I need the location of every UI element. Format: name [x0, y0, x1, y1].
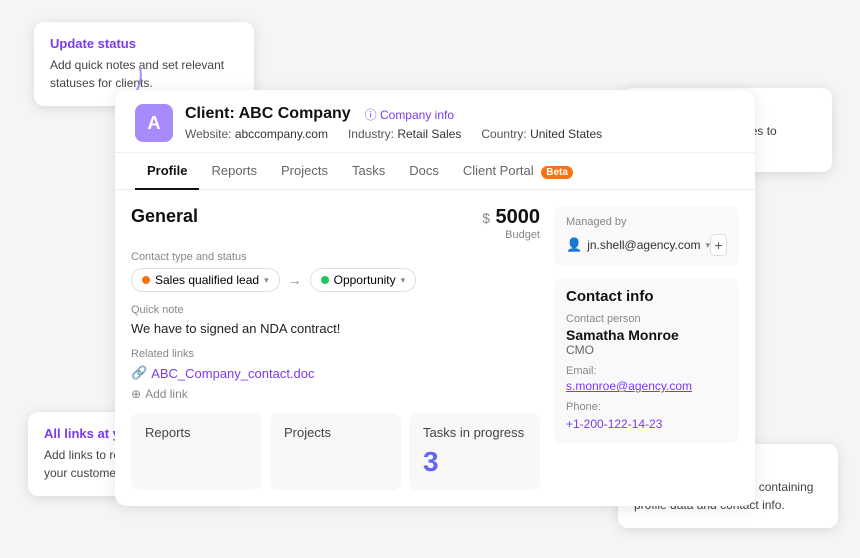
budget-amount: 5000 — [496, 206, 541, 228]
status-dot-green — [321, 276, 329, 284]
tab-tasks[interactable]: Tasks — [340, 153, 397, 190]
status-to-pill[interactable]: Opportunity ▾ — [310, 268, 417, 292]
manager-email: jn.shell@agency.com — [587, 238, 700, 252]
client-avatar: A — [135, 104, 173, 142]
doc-link-text: ABC_Company_contact.doc — [151, 366, 314, 381]
main-card: A Client: ABC Company ⓘ Company info Web… — [115, 90, 755, 506]
contact-email-link[interactable]: s.monroe@agency.com — [566, 379, 727, 393]
budget-area: $ 5000 Budget — [482, 206, 540, 241]
user-icon: 👤 — [566, 237, 582, 253]
arrow-right-icon: → — [288, 272, 302, 288]
email-label: Email: — [566, 365, 727, 377]
beta-badge: Beta — [541, 166, 573, 179]
summary-card-projects[interactable]: Projects — [270, 413, 401, 490]
contact-name: Samatha Monroe — [566, 327, 727, 343]
left-panel: General $ 5000 Budget Contact type and s… — [131, 206, 540, 506]
quick-note-section: Quick note We have to signed an NDA cont… — [131, 304, 540, 336]
contact-type-label: Contact type and status — [131, 251, 540, 263]
contact-info-title: Contact info — [566, 288, 727, 305]
card-tabs: Profile Reports Projects Tasks Docs Clie… — [115, 153, 755, 190]
contact-info-card: Contact info Contact person Samatha Monr… — [554, 278, 739, 443]
summary-card-tasks[interactable]: Tasks in progress 3 — [409, 413, 540, 490]
summary-reports-label: Reports — [145, 425, 191, 440]
chevron-down-icon: ▾ — [264, 275, 269, 286]
summary-row: Reports Projects Tasks in progress 3 — [131, 413, 540, 506]
managed-by-card: Managed by 👤 jn.shell@agency.com ▾ + — [554, 206, 739, 266]
add-link-button[interactable]: ⊕ Add link — [131, 387, 540, 401]
quick-note-text: We have to signed an NDA contract! — [131, 321, 540, 336]
related-links-label: Related links — [131, 348, 540, 360]
tab-docs[interactable]: Docs — [397, 153, 451, 190]
client-name: Client: ABC Company — [185, 105, 351, 123]
general-header: General $ 5000 Budget — [131, 206, 540, 241]
tasks-count: 3 — [423, 446, 526, 478]
add-manager-button[interactable]: + — [710, 234, 727, 256]
tooltip-update-status-title: Update status — [50, 36, 238, 51]
summary-card-reports[interactable]: Reports — [131, 413, 262, 490]
tab-profile[interactable]: Profile — [135, 153, 199, 190]
related-links-section: Related links 🔗 ABC_Company_contact.doc … — [131, 348, 540, 401]
contact-person-label: Contact person — [566, 313, 727, 325]
general-title: General — [131, 206, 198, 227]
status-to-label: Opportunity — [334, 273, 396, 287]
chevron-down-icon-2: ▾ — [401, 275, 406, 286]
card-body: General $ 5000 Budget Contact type and s… — [115, 190, 755, 506]
doc-icon: 🔗 — [131, 365, 147, 381]
add-link-label: Add link — [145, 387, 188, 401]
company-info-link[interactable]: ⓘ Company info — [365, 106, 454, 123]
budget-label: Budget — [482, 229, 540, 241]
doc-link[interactable]: 🔗 ABC_Company_contact.doc — [131, 365, 540, 381]
website-meta: Website: abccompany.com — [185, 127, 328, 141]
status-row: Sales qualified lead ▾ → Opportunity ▾ — [131, 268, 540, 292]
tooltip-update-status-text: Add quick notes and set relevant statuse… — [50, 56, 238, 92]
summary-tasks-label: Tasks in progress — [423, 425, 524, 440]
industry-meta: Industry: Retail Sales — [348, 127, 461, 141]
tab-reports[interactable]: Reports — [199, 153, 269, 190]
tab-client-portal[interactable]: Client Portal Beta — [451, 153, 585, 190]
card-header: A Client: ABC Company ⓘ Company info Web… — [115, 90, 755, 153]
managed-row: 👤 jn.shell@agency.com ▾ + — [566, 234, 727, 256]
contact-phone: +1-200-122-14-23 — [566, 417, 662, 431]
quick-note-label: Quick note — [131, 304, 540, 316]
right-panel: Managed by 👤 jn.shell@agency.com ▾ + Con… — [554, 206, 739, 506]
status-from-label: Sales qualified lead — [155, 273, 259, 287]
managed-user: 👤 jn.shell@agency.com ▾ — [566, 237, 710, 253]
summary-projects-label: Projects — [284, 425, 331, 440]
phone-label: Phone: — [566, 401, 727, 413]
country-meta: Country: United States — [481, 127, 602, 141]
contact-role: CMO — [566, 343, 727, 357]
add-link-icon: ⊕ — [131, 387, 141, 401]
status-dot-orange — [142, 276, 150, 284]
status-from-pill[interactable]: Sales qualified lead ▾ — [131, 268, 280, 292]
managed-by-label: Managed by — [566, 216, 727, 228]
header-meta: Website: abccompany.com Industry: Retail… — [185, 127, 602, 141]
tab-projects[interactable]: Projects — [269, 153, 340, 190]
budget-symbol: $ — [482, 210, 490, 226]
